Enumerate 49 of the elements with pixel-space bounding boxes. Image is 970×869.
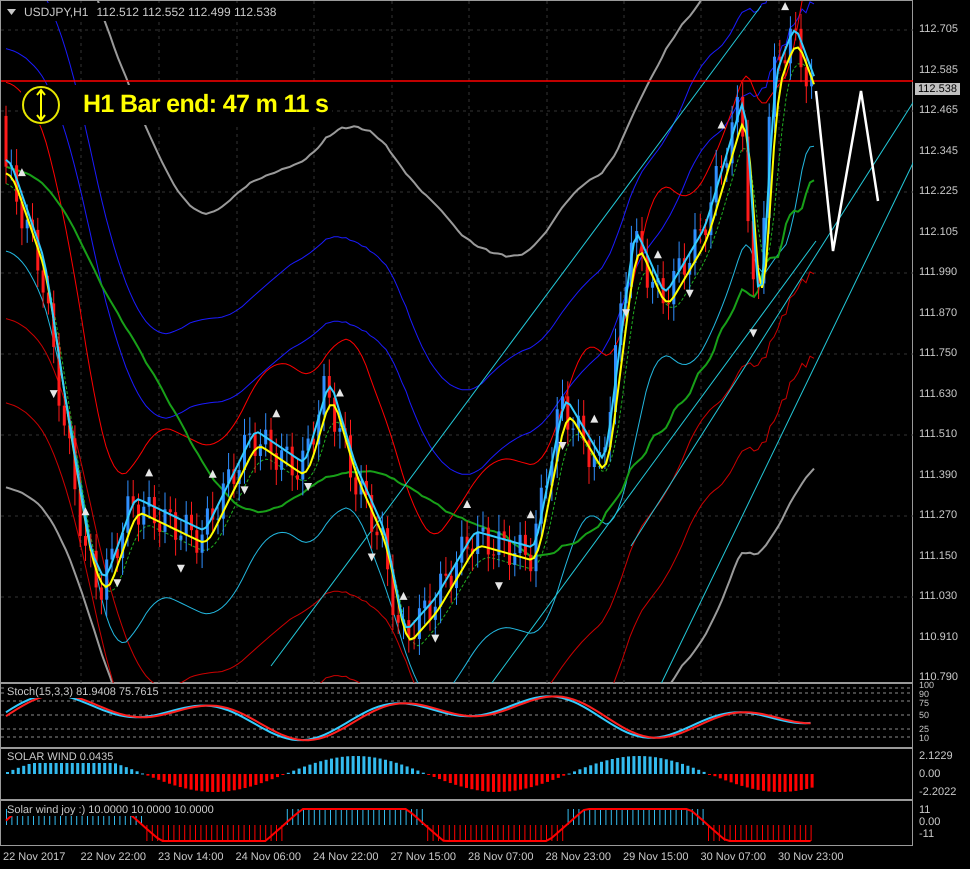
dropdown-triangle-icon[interactable] (7, 9, 16, 15)
time-tick: 28 Nov 23:00 (546, 850, 612, 866)
stochastic-label: Stoch(15,3,3) 81.9408 75.7615 (5, 686, 161, 698)
stochastic-tick: 90 (919, 690, 930, 699)
price-tick: 111.630 (919, 388, 958, 400)
time-tick: 22 Nov 2017 (3, 850, 66, 866)
price-tick: 112.465 (919, 104, 958, 116)
price-tick: 111.150 (919, 550, 958, 562)
solar-wind-tick: -2.2022 (919, 786, 956, 798)
price-tick: 111.510 (919, 428, 958, 440)
solar-wind-tick: 2.1229 (919, 750, 953, 762)
solar-wind-joy-label: Solar wind joy :) 10.0000 10.0000 10.0000 (7, 804, 214, 816)
solar-wind-joy-tick: 0.00 (919, 816, 940, 828)
stochastic-tick: 50 (919, 711, 930, 720)
price-tick: 112.105 (919, 226, 958, 238)
time-tick: 27 Nov 15:00 (390, 850, 457, 866)
time-tick: 28 Nov 07:00 (468, 850, 534, 866)
bar-timer-text: H1 Bar end: 47 m 11 s (83, 89, 328, 120)
price-tick: 112.585 (919, 64, 958, 76)
stochastic-tick: 25 (919, 725, 930, 734)
time-tick: 24 Nov 06:00 (236, 850, 302, 866)
price-tick: 110.790 (919, 671, 958, 683)
symbol-label: USDJPY,H1 (24, 4, 88, 21)
solar-wind-joy-tick: 11 (919, 804, 930, 816)
time-tick: 30 Nov 07:00 (700, 850, 767, 866)
price-tick: 111.870 (919, 306, 958, 318)
price-tick: 112.705 (919, 23, 958, 35)
solar-wind-joy-tick: -11 (919, 828, 934, 840)
price-tick: 112.225 (919, 185, 958, 197)
price-tick: 111.270 (919, 509, 958, 521)
price-tick: 111.750 (919, 347, 958, 359)
price-tick: 111.390 (919, 468, 958, 480)
price-tick: 111.030 (919, 590, 958, 602)
solar-wind-label: SOLAR WIND 0.0435 (5, 751, 116, 763)
time-tick: 30 Nov 23:00 (778, 850, 844, 866)
stochastic-tick: 75 (919, 699, 930, 708)
price-tick: 110.910 (919, 630, 958, 642)
stochastic-tick: 10 (919, 734, 930, 743)
price-tick: 112.345 (919, 144, 958, 156)
current-price-tag: 112.538 (915, 83, 960, 95)
clock-icon (21, 85, 61, 125)
time-tick: 23 Nov 14:00 (158, 850, 224, 866)
time-tick: 24 Nov 22:00 (313, 850, 380, 866)
time-tick: 22 Nov 22:00 (80, 850, 147, 866)
ohlc-values: 112.512 112.552 112.499 112.538 (96, 4, 276, 21)
stochastic-tick: 100 (919, 681, 934, 690)
price-tick: 111.990 (919, 266, 958, 278)
solar-wind-tick: 0.00 (919, 768, 940, 780)
time-tick: 29 Nov 15:00 (623, 850, 690, 866)
